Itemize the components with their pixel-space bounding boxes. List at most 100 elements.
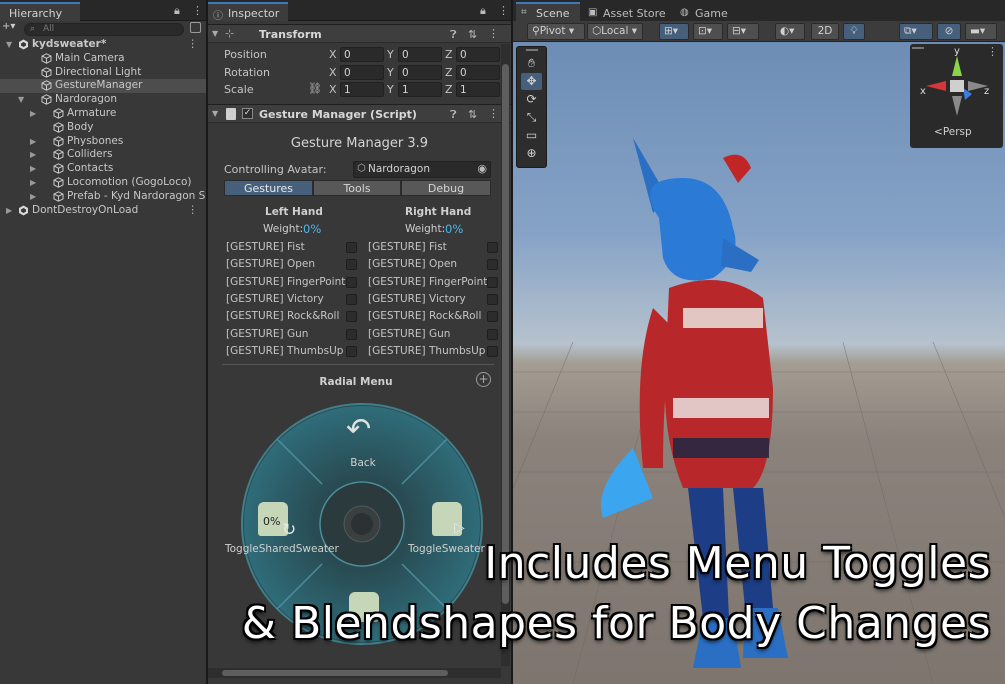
rotate-tool-icon[interactable]: ⟳ (521, 91, 542, 108)
hand-tool-icon[interactable]: ✋︎ (521, 55, 542, 72)
radial-left-label[interactable]: ToggleSharedSweater (225, 543, 339, 555)
foldout-arrow-icon[interactable]: ▼ (212, 29, 218, 38)
tab-game[interactable]: ◍ Game (675, 2, 745, 21)
scene-visibility-icon[interactable] (190, 22, 201, 33)
collapse-arrow-icon[interactable]: ▶ (30, 109, 36, 118)
tab-hierarchy[interactable]: Hierarchy (0, 2, 80, 21)
expand-arrow-icon[interactable]: ▼ (18, 95, 24, 104)
preset-icon[interactable]: ⇅ (468, 28, 477, 41)
scale-tool-icon[interactable]: ⤡ (521, 109, 542, 126)
tab-inspector[interactable]: ⓘ Inspector (208, 2, 288, 22)
transform-header[interactable]: ▼ ⊹ Transform ❓︎ ⇅ ⋮ (208, 24, 511, 43)
position-z-field[interactable]: 0 (456, 47, 500, 62)
orientation-gizmo[interactable]: ⋮ y x z <Persp (910, 44, 1003, 148)
collapse-arrow-icon[interactable]: ▶ (30, 137, 36, 146)
controlling-avatar-field[interactable]: ⬡ Nardoragon ◉ (353, 161, 491, 178)
object-picker-icon[interactable]: ◉ (477, 162, 487, 175)
collapse-arrow-icon[interactable]: ▶ (30, 178, 36, 187)
align-icon[interactable]: ⊟▾ (727, 23, 759, 40)
hierarchy-item[interactable]: Main Camera (0, 52, 206, 66)
left-gesture-checkbox[interactable] (346, 242, 357, 253)
effects-icon[interactable]: ⧉▾ (899, 23, 933, 40)
hierarchy-item[interactable]: ▶ Physbones (0, 135, 206, 149)
lock-icon[interactable]: 🔒︎ (480, 4, 486, 18)
constrain-proportions-icon[interactable]: ⛓︎ (308, 82, 322, 95)
right-gesture-checkbox[interactable] (487, 276, 498, 288)
pivot-dropdown[interactable]: ⚲Pivot ▾ (527, 23, 585, 40)
collapse-arrow-icon[interactable]: ▶ (30, 150, 36, 159)
scrollbar-thumb[interactable] (502, 64, 509, 604)
shading-mode-icon[interactable]: ◐▾ (775, 23, 805, 40)
scale-z-field[interactable]: 1 (456, 82, 500, 97)
add-icon[interactable]: +▾ (2, 21, 15, 32)
scale-y-field[interactable]: 1 (398, 82, 442, 97)
tab-tools[interactable]: Tools (313, 180, 401, 196)
2d-toggle[interactable]: 2D (811, 23, 839, 40)
right-gesture-checkbox[interactable] (487, 328, 498, 340)
persp-label[interactable]: <Persp (934, 126, 972, 138)
kebab-menu-icon[interactable]: ⋮ (188, 204, 199, 216)
local-dropdown[interactable]: ⬡Local ▾ (587, 23, 643, 40)
rect-tool-icon[interactable]: ▭ (521, 127, 542, 144)
back-arrow-icon[interactable]: ↶ (346, 412, 371, 447)
right-gesture-checkbox[interactable] (487, 293, 498, 305)
right-gesture-checkbox[interactable] (487, 259, 498, 271)
left-gesture-checkbox[interactable] (346, 276, 357, 288)
tab-scene[interactable]: ⌗ Scene (516, 2, 580, 21)
hierarchy-item[interactable]: ▶ Prefab - Kyd Nardoragon Sw (0, 190, 206, 204)
transform-tool-icon[interactable]: ⊕ (521, 145, 542, 162)
lock-icon[interactable]: 🔒︎ (174, 4, 180, 18)
left-gesture-checkbox[interactable] (346, 293, 357, 305)
hierarchy-item[interactable]: ▼ Nardoragon (0, 93, 206, 107)
enabled-checkbox[interactable]: ✓ (242, 108, 253, 119)
horizontal-scrollbar[interactable] (208, 668, 501, 678)
rotation-y-field[interactable]: 0 (398, 65, 442, 80)
help-icon[interactable]: ❓︎ (450, 108, 457, 122)
hierarchy-item[interactable]: ▶ Colliders (0, 148, 206, 162)
lighting-icon[interactable]: 💡︎ (843, 23, 865, 40)
hierarchy-item[interactable]: ▶ Armature (0, 107, 206, 121)
help-icon[interactable]: ❓︎ (450, 28, 457, 42)
expand-arrow-icon[interactable]: ▼ (6, 40, 12, 49)
kebab-menu-icon[interactable]: ⋮ (188, 38, 199, 50)
collapse-arrow-icon[interactable]: ▶ (30, 164, 36, 173)
scale-x-field[interactable]: 1 (340, 82, 384, 97)
camera-icon[interactable]: ▬▾ (965, 23, 997, 40)
tab-asset-store[interactable]: ▣ Asset Store (583, 2, 675, 21)
hierarchy-item[interactable]: ▶ Locomotion (GogoLoco) (0, 176, 206, 190)
hierarchy-item[interactable]: ▶ Contacts (0, 162, 206, 176)
add-circle-icon[interactable]: + (476, 372, 491, 387)
radial-back-label[interactable]: Back (236, 457, 490, 469)
kebab-menu-icon[interactable]: ⋮ (192, 4, 203, 17)
left-gesture-checkbox[interactable] (346, 311, 357, 323)
radial-right-label[interactable]: ToggleSweater (408, 543, 485, 555)
kebab-menu-icon[interactable]: ⋮ (498, 4, 509, 17)
right-gesture-checkbox[interactable] (487, 242, 498, 253)
hierarchy-item[interactable]: ▼ kydsweater* ⋮ (0, 38, 206, 52)
hscrollbar-thumb[interactable] (222, 670, 448, 676)
hierarchy-item[interactable]: Directional Light (0, 66, 206, 80)
right-gesture-checkbox[interactable] (487, 311, 498, 323)
hidden-objects-icon[interactable]: ⊘ (937, 23, 961, 40)
position-x-field[interactable]: 0 (340, 47, 384, 62)
left-gesture-checkbox[interactable] (346, 328, 357, 340)
hierarchy-item[interactable]: ▶ DontDestroyOnLoad ⋮ (0, 204, 206, 218)
hierarchy-item[interactable]: Body (0, 121, 206, 135)
left-gesture-checkbox[interactable] (346, 345, 357, 357)
collapse-arrow-icon[interactable]: ▶ (30, 192, 36, 201)
rotation-z-field[interactable]: 0 (456, 65, 500, 80)
drag-handle[interactable] (526, 49, 538, 51)
collapse-arrow-icon[interactable]: ▶ (6, 206, 12, 215)
hierarchy-item[interactable]: GestureManager (0, 79, 206, 94)
kebab-menu-icon[interactable]: ⋮ (488, 27, 499, 40)
rotation-x-field[interactable]: 0 (340, 65, 384, 80)
tab-gestures[interactable]: Gestures (224, 180, 313, 196)
tab-debug[interactable]: Debug (401, 180, 491, 196)
kebab-menu-icon[interactable]: ⋮ (488, 107, 499, 120)
move-tool-icon[interactable]: ✥ (521, 73, 542, 90)
search-input[interactable]: ⌕ All (24, 23, 184, 36)
increment-snap-icon[interactable]: ⊡▾ (693, 23, 723, 40)
preset-icon[interactable]: ⇅ (468, 108, 477, 121)
grid-snap-icon[interactable]: ⊞▾ (659, 23, 689, 40)
right-gesture-checkbox[interactable] (487, 345, 498, 357)
